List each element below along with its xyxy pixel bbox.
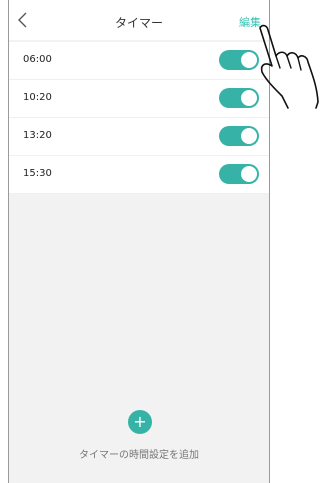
timer-time: 10:20 — [23, 92, 52, 103]
timer-row[interactable]: 13:20 — [9, 118, 269, 156]
add-timer-button[interactable]: + — [128, 410, 152, 434]
timer-list: 06:00 10:20 13:20 15:30 — [9, 42, 269, 194]
screen: タイマー 編集 06:00 10:20 13:20 15:30 + タイマーの時… — [0, 0, 320, 483]
timer-time: 13:20 — [23, 130, 52, 141]
navbar: タイマー 編集 — [9, 0, 269, 40]
timer-toggle[interactable] — [219, 164, 259, 184]
timer-row[interactable]: 15:30 — [9, 156, 269, 194]
timer-time: 15:30 — [23, 168, 52, 179]
timer-row[interactable]: 10:20 — [9, 80, 269, 118]
add-timer-label[interactable]: タイマーの時間設定を追加 — [9, 446, 269, 461]
page-title: タイマー — [114, 16, 163, 30]
toggle-knob — [241, 128, 257, 144]
toggle-knob — [241, 166, 257, 182]
timer-toggle[interactable] — [219, 88, 259, 108]
timer-toggle[interactable] — [219, 50, 259, 70]
plus-icon: + — [133, 412, 147, 431]
timer-row[interactable]: 06:00 — [9, 42, 269, 80]
pointing-hand-icon — [259, 24, 319, 109]
phone-frame: タイマー 編集 06:00 10:20 13:20 15:30 + タイマーの時… — [8, 0, 270, 483]
timer-toggle[interactable] — [219, 126, 259, 146]
timer-time: 06:00 — [23, 54, 52, 65]
